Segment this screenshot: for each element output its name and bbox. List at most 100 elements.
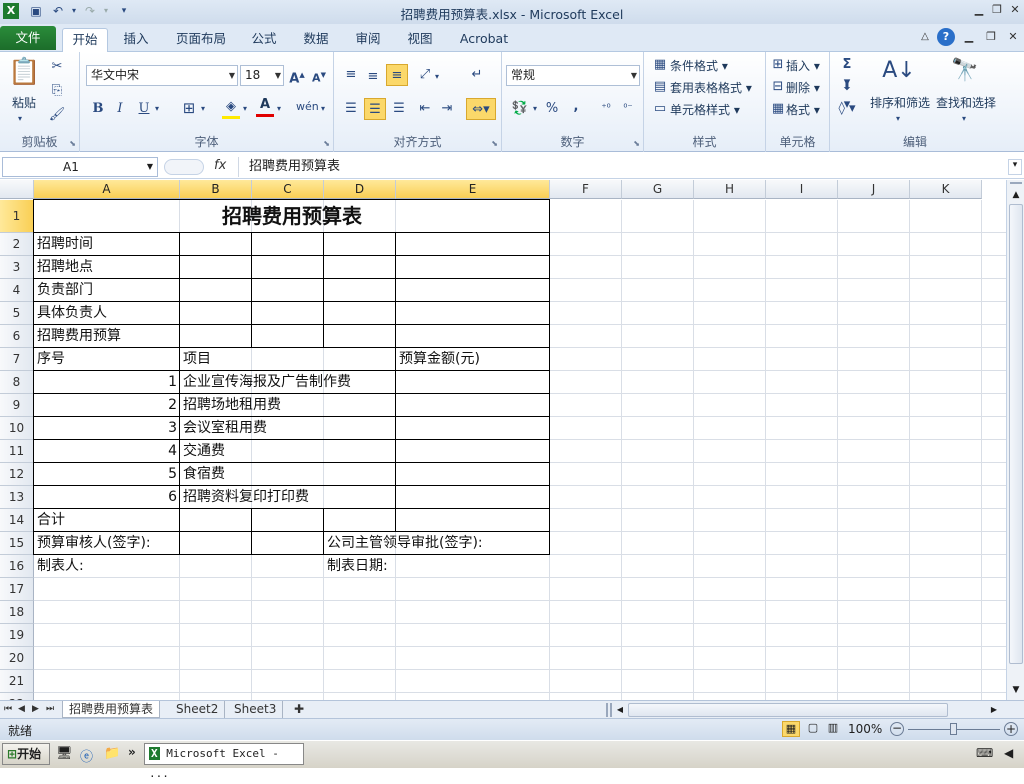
doc-minimize-icon[interactable]: ▁ — [962, 30, 976, 44]
row-header-20[interactable]: 20 — [0, 647, 34, 670]
find-dropdown-icon[interactable]: ▾ — [954, 110, 974, 128]
cell-styles-button[interactable]: 单元格样式 ▾ — [670, 101, 740, 118]
zoom-out-icon[interactable]: − — [890, 722, 904, 736]
tab-insert[interactable]: 插入 — [114, 28, 158, 52]
cut-icon[interactable]: ✂ — [48, 58, 66, 76]
bold-button[interactable]: B — [90, 100, 106, 118]
zoom-in-icon[interactable]: + — [1004, 722, 1018, 736]
row-header-14[interactable]: 14 — [0, 509, 34, 532]
row-header-3[interactable]: 3 — [0, 256, 34, 279]
sort-filter-icon[interactable]: A↓ — [882, 56, 916, 86]
row-header-10[interactable]: 10 — [0, 417, 34, 440]
chevron-down-icon[interactable]: ▼ — [147, 158, 153, 176]
column-header-A[interactable]: A — [34, 180, 180, 199]
phonetic-dropdown-icon[interactable]: ▾ — [318, 100, 328, 118]
formula-expand-handle[interactable] — [164, 159, 204, 175]
taskbar-excel-item[interactable]: X Microsoft Excel - ... — [144, 743, 304, 780]
column-header-E[interactable]: E — [396, 180, 550, 199]
align-left-icon[interactable]: ☰ — [342, 100, 360, 118]
tab-formulas[interactable]: 公式 — [244, 28, 284, 52]
row-header-9[interactable]: 9 — [0, 394, 34, 417]
shrink-font-icon[interactable]: A▼ — [310, 66, 328, 88]
tab-split-handle[interactable] — [606, 703, 612, 717]
currency-dropdown-icon[interactable]: ▾ — [530, 100, 540, 118]
zoom-slider-thumb[interactable] — [950, 723, 957, 735]
row-header-11[interactable]: 11 — [0, 440, 34, 463]
scroll-left-icon[interactable]: ◀ — [614, 703, 626, 717]
column-header-F[interactable]: F — [550, 180, 622, 199]
cell-seq-1[interactable]: 1 — [34, 371, 177, 393]
cell-a2[interactable]: 招聘时间 — [37, 233, 93, 255]
find-select-icon[interactable]: 🔭 — [948, 56, 982, 86]
number-launcher-icon[interactable]: ⬊ — [633, 139, 640, 148]
sheet-tab-2[interactable]: Sheet2 — [170, 701, 226, 718]
phonetic-icon[interactable]: wén — [296, 98, 319, 116]
row-header-19[interactable]: 19 — [0, 624, 34, 647]
start-button[interactable]: ⊞开始 — [2, 743, 50, 765]
row-header-21[interactable]: 21 — [0, 670, 34, 693]
cell-a14[interactable]: 合计 — [37, 509, 65, 531]
sort-dropdown-icon[interactable]: ▾ — [888, 110, 908, 128]
currency-icon[interactable]: 💱 — [510, 100, 530, 118]
restore-icon[interactable]: ❐ — [990, 3, 1004, 17]
cell-d16[interactable]: 制表日期: — [327, 555, 388, 577]
cell-item-3[interactable]: 会议室租用费 — [183, 417, 267, 439]
collapse-ribbon-icon[interactable]: △ — [918, 30, 932, 44]
row-header-8[interactable]: 8 — [0, 371, 34, 394]
cell-item-2[interactable]: 招聘场地租用费 — [183, 394, 281, 416]
cell-a5[interactable]: 具体负责人 — [37, 302, 107, 324]
close-icon[interactable]: ✕ — [1008, 3, 1022, 17]
cell-item-5[interactable]: 食宿费 — [183, 463, 225, 485]
horizontal-scroll-thumb[interactable] — [628, 703, 948, 717]
cell-seq-6[interactable]: 6 — [34, 486, 177, 508]
page-break-view-icon[interactable]: ▥ — [824, 721, 842, 737]
underline-button[interactable]: U — [136, 100, 152, 118]
row-header-18[interactable]: 18 — [0, 601, 34, 624]
sheet-tab-3[interactable]: Sheet3 — [228, 701, 284, 718]
font-color-icon[interactable]: A — [256, 96, 274, 117]
normal-view-icon[interactable]: ▦ — [782, 721, 800, 737]
column-header-J[interactable]: J — [838, 180, 910, 199]
zoom-level[interactable]: 100% — [848, 722, 882, 736]
cell-a6[interactable]: 招聘费用预算 — [37, 325, 121, 347]
wrap-text-icon[interactable]: ↵ — [468, 66, 486, 84]
format-as-table-button[interactable]: 套用表格格式 ▾ — [670, 79, 752, 96]
number-format-combo[interactable]: 常规 ▼ — [506, 65, 640, 86]
cell-item-6[interactable]: 招聘资料复印打印费 — [183, 486, 309, 508]
row-header-4[interactable]: 4 — [0, 279, 34, 302]
alignment-launcher-icon[interactable]: ⬊ — [491, 139, 498, 148]
find-select-button[interactable]: 查找和选择 — [936, 94, 996, 111]
font-size-combo[interactable]: 18 ▼ — [240, 65, 284, 86]
row-header-17[interactable]: 17 — [0, 578, 34, 601]
decrease-decimal-icon[interactable]: ⁰⁻ — [618, 100, 638, 118]
tab-data[interactable]: 数据 — [296, 28, 336, 52]
align-middle-icon[interactable]: ≡ — [364, 68, 382, 86]
prev-sheet-icon[interactable]: ◀ — [16, 701, 27, 718]
insert-sheet-icon[interactable]: ✚ — [288, 701, 310, 718]
keyboard-icon[interactable]: ⌨ — [976, 746, 993, 760]
doc-close-icon[interactable]: ✕ — [1006, 30, 1020, 44]
font-name-combo[interactable]: 华文中宋 ▼ — [86, 65, 238, 86]
cell-seq-4[interactable]: 4 — [34, 440, 177, 462]
align-right-icon[interactable]: ☰ — [390, 100, 408, 118]
more-quicklaunch-icon[interactable]: » — [128, 745, 136, 759]
cell-a16[interactable]: 制表人: — [37, 555, 84, 577]
tab-review[interactable]: 审阅 — [348, 28, 388, 52]
first-sheet-icon[interactable]: ⏮ — [2, 701, 14, 718]
sort-filter-button[interactable]: 排序和筛选 — [870, 94, 930, 111]
cell-item-1[interactable]: 企业宣传海报及广告制作费 — [183, 371, 351, 393]
row-header-5[interactable]: 5 — [0, 302, 34, 325]
borders-icon[interactable]: ⊞ — [180, 99, 198, 117]
doc-restore-icon[interactable]: ❐ — [984, 30, 998, 44]
scroll-thumb[interactable] — [1009, 204, 1023, 664]
orientation-dropdown-icon[interactable]: ▾ — [432, 68, 442, 86]
merge-center-icon[interactable]: ⇔▾ — [466, 98, 496, 120]
cell-a15[interactable]: 预算审核人(签字): — [37, 532, 151, 554]
delete-cells-button[interactable]: 删除 ▾ — [786, 79, 820, 96]
row-header-2[interactable]: 2 — [0, 233, 34, 256]
paste-button[interactable]: 粘贴 — [12, 94, 36, 111]
column-header-D[interactable]: D — [324, 180, 396, 199]
align-bottom-icon[interactable]: ≡ — [386, 64, 408, 86]
scroll-up-icon[interactable]: ▲ — [1009, 188, 1023, 202]
row-header-13[interactable]: 13 — [0, 486, 34, 509]
